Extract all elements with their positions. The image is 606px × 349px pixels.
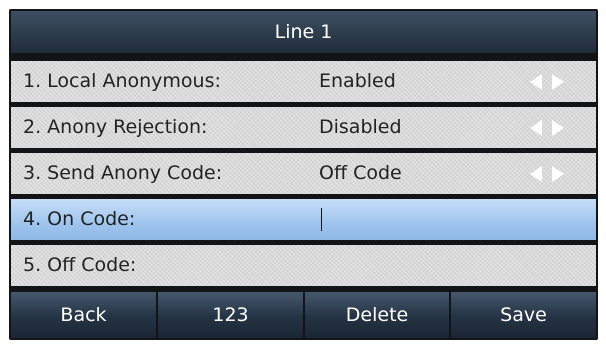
setting-value[interactable]: Disabled [319,107,402,148]
value-switcher[interactable] [527,166,567,182]
triangle-right-icon[interactable] [552,166,564,182]
delete-button[interactable]: Delete [305,292,449,338]
setting-row-on-code[interactable]: 4. On Code: [11,199,596,240]
page-title: Line 1 [274,21,333,43]
title-bar: Line 1 [11,11,596,53]
setting-label: 3. Send Anony Code: [23,162,223,184]
setting-row-anony-rejection[interactable]: 2. Anony Rejection: Disabled [11,107,596,148]
setting-value[interactable]: Enabled [319,61,396,102]
setting-row-send-anony-code[interactable]: 3. Send Anony Code: Off Code [11,153,596,194]
triangle-left-icon[interactable] [530,166,542,182]
triangle-right-icon[interactable] [552,120,564,136]
triangle-left-icon[interactable] [530,74,542,90]
setting-row-off-code[interactable]: 5. Off Code: [11,245,596,286]
setting-value[interactable]: Off Code [319,153,402,194]
softkey-bar: Back 123 Delete Save [11,292,596,338]
value-switcher[interactable] [527,120,567,136]
value-switcher[interactable] [527,74,567,90]
text-cursor [321,208,322,231]
setting-row-local-anonymous[interactable]: 1. Local Anonymous: Enabled [11,61,596,102]
setting-label: 4. On Code: [23,208,136,230]
save-button[interactable]: Save [451,292,596,338]
phone-screen: Line 1 1. Local Anonymous: Enabled 2. An… [9,9,598,340]
input-mode-button[interactable]: 123 [158,292,303,338]
setting-label: 5. Off Code: [23,254,137,276]
triangle-left-icon[interactable] [530,120,542,136]
triangle-right-icon[interactable] [552,74,564,90]
setting-label: 1. Local Anonymous: [23,70,221,92]
back-button[interactable]: Back [11,292,156,338]
setting-label: 2. Anony Rejection: [23,116,208,138]
